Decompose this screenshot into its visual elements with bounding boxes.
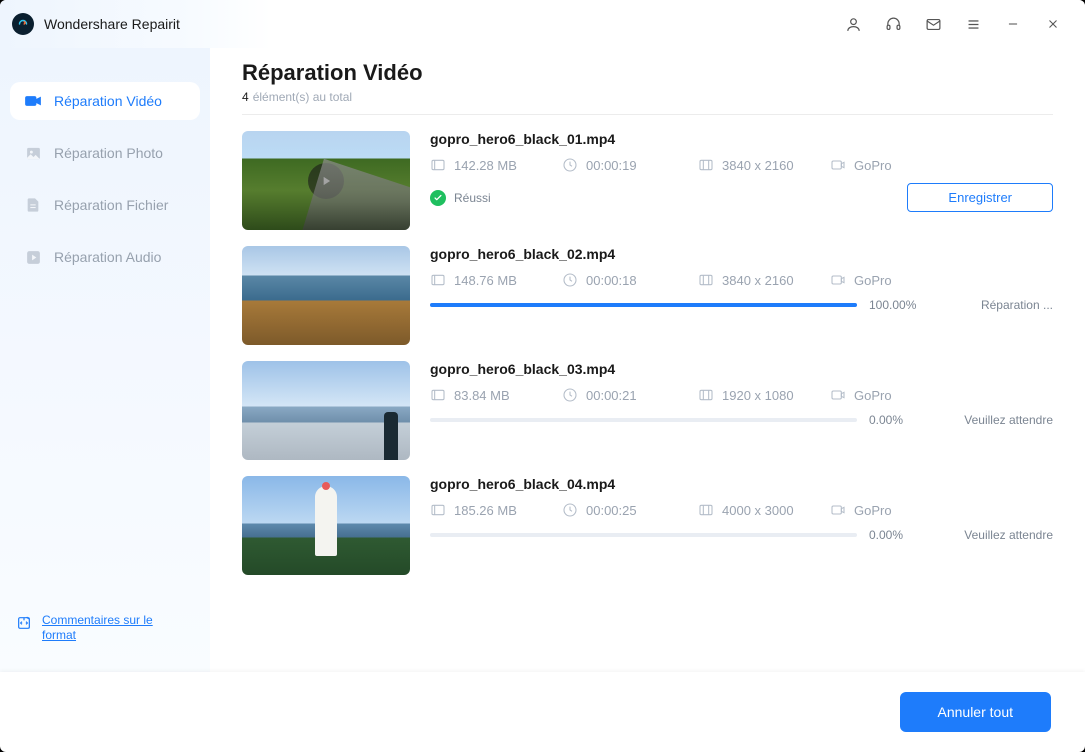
file-device: GoPro [854, 158, 892, 173]
footer: Annuler tout [0, 672, 1085, 752]
file-device: GoPro [854, 503, 892, 518]
file-name: gopro_hero6_black_01.mp4 [430, 131, 1053, 147]
save-button[interactable]: Enregistrer [907, 183, 1053, 212]
page-subtitle: 4 élément(s) au total [242, 90, 1053, 104]
status-label: Réussi [454, 191, 491, 205]
video-item: gopro_hero6_black_04.mp4 185.26 MB 00:00… [242, 460, 1053, 595]
check-icon [430, 190, 446, 206]
sidebar-item-label: Réparation Vidéo [54, 93, 162, 109]
video-item: gopro_hero6_black_03.mp4 83.84 MB 00:00:… [242, 345, 1053, 460]
sidebar-item-photo-repair[interactable]: Réparation Photo [10, 134, 200, 172]
progress-fill [430, 303, 857, 307]
file-duration: 00:00:18 [586, 273, 637, 288]
file-device: GoPro [854, 388, 892, 403]
file-icon [24, 196, 42, 214]
sidebar-item-label: Réparation Audio [54, 249, 161, 265]
file-meta: 142.28 MB 00:00:19 3840 x 2160 GoPro [430, 157, 1053, 173]
feedback-link[interactable]: Commentaires sur le format [16, 613, 194, 644]
close-button[interactable] [1033, 4, 1073, 44]
file-size: 185.26 MB [454, 503, 517, 518]
feedback-label: Commentaires sur le format [42, 613, 172, 644]
audio-icon [24, 248, 42, 266]
sidebar-item-label: Réparation Fichier [54, 197, 168, 213]
file-size: 148.76 MB [454, 273, 517, 288]
file-duration: 00:00:21 [586, 388, 637, 403]
video-item: gopro_hero6_black_02.mp4 148.76 MB 00:00… [242, 230, 1053, 345]
app-logo-icon [12, 13, 34, 35]
status-success: Réussi [430, 190, 491, 206]
cancel-all-button[interactable]: Annuler tout [900, 692, 1052, 732]
video-item: gopro_hero6_black_01.mp4 142.28 MB 00:00… [242, 115, 1053, 230]
file-meta: 185.26 MB 00:00:25 4000 x 3000 GoPro [430, 502, 1053, 518]
status-label: Veuillez attendre [933, 413, 1053, 427]
app-title: Wondershare Repairit [44, 16, 180, 32]
feedback-icon [16, 615, 32, 634]
file-resolution: 4000 x 3000 [722, 503, 794, 518]
sidebar-item-file-repair[interactable]: Réparation Fichier [10, 186, 200, 224]
video-thumbnail[interactable] [242, 476, 410, 575]
photo-icon [24, 144, 42, 162]
titlebar: Wondershare Repairit [0, 0, 1085, 48]
file-meta: 148.76 MB 00:00:18 3840 x 2160 GoPro [430, 272, 1053, 288]
file-size: 142.28 MB [454, 158, 517, 173]
file-name: gopro_hero6_black_04.mp4 [430, 476, 1053, 492]
file-meta: 83.84 MB 00:00:21 1920 x 1080 GoPro [430, 387, 1053, 403]
file-duration: 00:00:19 [586, 158, 637, 173]
support-icon[interactable] [873, 4, 913, 44]
progress-percent: 0.00% [869, 528, 921, 542]
minimize-button[interactable] [993, 4, 1033, 44]
menu-icon[interactable] [953, 4, 993, 44]
file-duration: 00:00:25 [586, 503, 637, 518]
progress-bar [430, 418, 857, 422]
video-icon [24, 92, 42, 110]
progress-percent: 0.00% [869, 413, 921, 427]
play-overlay [242, 131, 410, 230]
file-resolution: 3840 x 2160 [722, 158, 794, 173]
video-thumbnail[interactable] [242, 131, 410, 230]
file-resolution: 3840 x 2160 [722, 273, 794, 288]
mail-icon[interactable] [913, 4, 953, 44]
app-window: Wondershare Repairit Réparation [0, 0, 1085, 752]
video-thumbnail[interactable] [242, 361, 410, 460]
sidebar-item-label: Réparation Photo [54, 145, 163, 161]
file-resolution: 1920 x 1080 [722, 388, 794, 403]
main-content: Réparation Vidéo 4 élément(s) au total go… [210, 48, 1085, 672]
sidebar-item-video-repair[interactable]: Réparation Vidéo [10, 82, 200, 120]
file-device: GoPro [854, 273, 892, 288]
file-name: gopro_hero6_black_02.mp4 [430, 246, 1053, 262]
sidebar: Réparation Vidéo Réparation Photo Répara… [0, 48, 210, 672]
play-icon[interactable] [308, 163, 344, 199]
file-name: gopro_hero6_black_03.mp4 [430, 361, 1053, 377]
page-title: Réparation Vidéo [242, 60, 1053, 86]
sidebar-item-audio-repair[interactable]: Réparation Audio [10, 238, 200, 276]
item-count-label: élément(s) au total [253, 90, 352, 104]
progress-bar [430, 533, 857, 537]
file-size: 83.84 MB [454, 388, 510, 403]
item-count: 4 [242, 90, 249, 104]
video-thumbnail[interactable] [242, 246, 410, 345]
account-icon[interactable] [833, 4, 873, 44]
status-label: Veuillez attendre [933, 528, 1053, 542]
progress-percent: 100.00% [869, 298, 921, 312]
status-label: Réparation ... [933, 298, 1053, 312]
progress-bar [430, 303, 857, 307]
